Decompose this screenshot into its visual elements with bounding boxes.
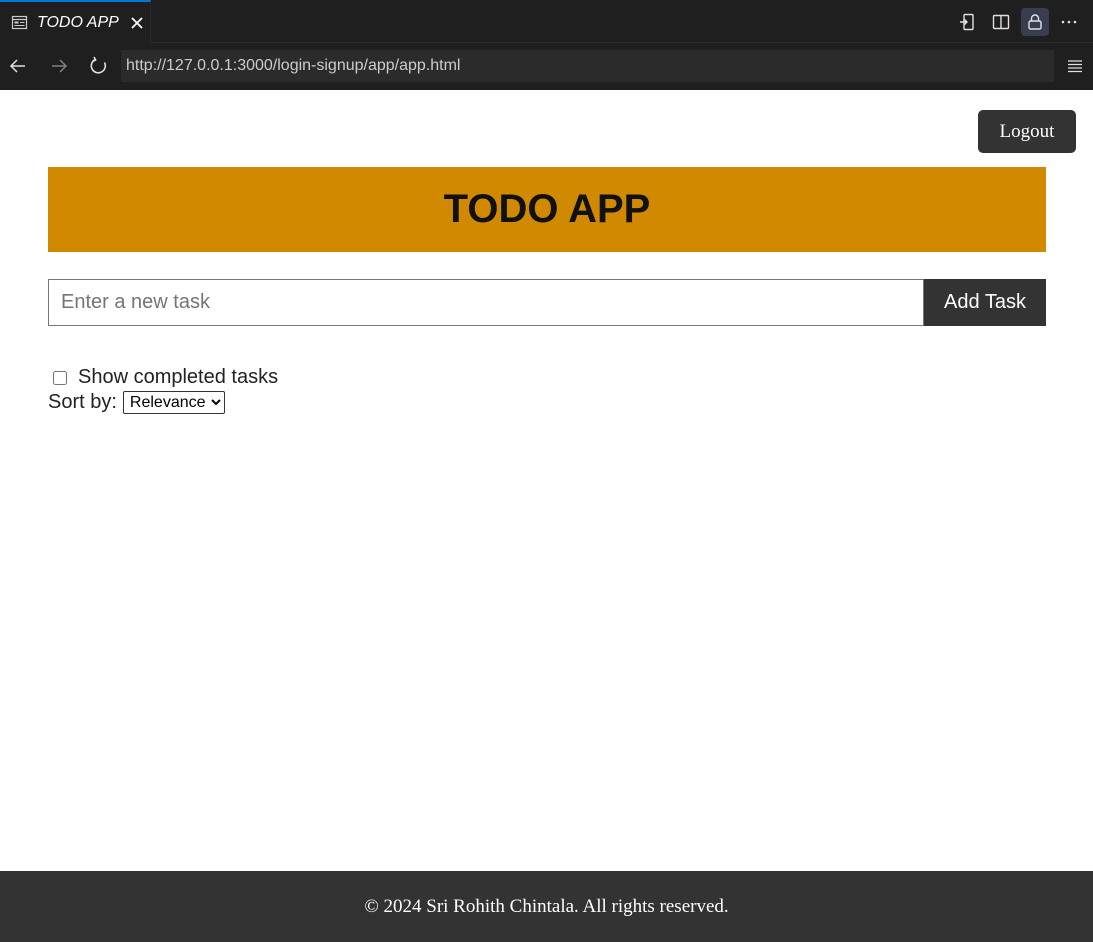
footer-text: © 2024 Sri Rohith Chintala. All rights r… — [364, 895, 729, 917]
url-input[interactable]: http://127.0.0.1:3000/login-signup/app/a… — [121, 50, 1054, 82]
sort-select[interactable]: Relevance — [122, 391, 225, 414]
page-title: TODO APP — [443, 187, 651, 231]
lock-icon[interactable] — [1021, 8, 1049, 36]
tab-title: TODO APP — [37, 13, 119, 31]
sort-row: Sort by: Relevance — [48, 391, 225, 414]
add-task-button[interactable]: Add Task — [924, 279, 1046, 326]
more-actions-icon[interactable] — [1055, 8, 1083, 36]
footer: © 2024 Sri Rohith Chintala. All rights r… — [0, 871, 1093, 942]
show-completed-row: Show completed tasks — [48, 366, 278, 389]
tab-actions — [953, 8, 1083, 36]
open-in-editor-icon[interactable] — [953, 8, 981, 36]
new-task-input[interactable] — [48, 279, 924, 326]
hamburger-menu-icon[interactable] — [1064, 55, 1086, 77]
logout-button[interactable]: Logout — [978, 110, 1076, 153]
address-bar-row: http://127.0.0.1:3000/login-signup/app/a… — [0, 43, 1093, 90]
show-completed-label: Show completed tasks — [78, 366, 279, 388]
app-header-banner: TODO APP — [48, 167, 1046, 252]
tab-strip: TODO APP — [0, 0, 1093, 43]
arrow-right-icon[interactable] — [46, 53, 72, 79]
reload-icon[interactable] — [86, 53, 112, 79]
show-completed-checkbox[interactable] — [53, 370, 67, 385]
browser-preview-icon — [11, 14, 28, 31]
close-icon[interactable] — [129, 15, 145, 31]
arrow-left-icon[interactable] — [5, 53, 31, 79]
tab-todo-app[interactable]: TODO APP — [0, 0, 151, 43]
split-editor-icon[interactable] — [987, 8, 1015, 36]
sort-label: Sort by: — [48, 391, 117, 413]
